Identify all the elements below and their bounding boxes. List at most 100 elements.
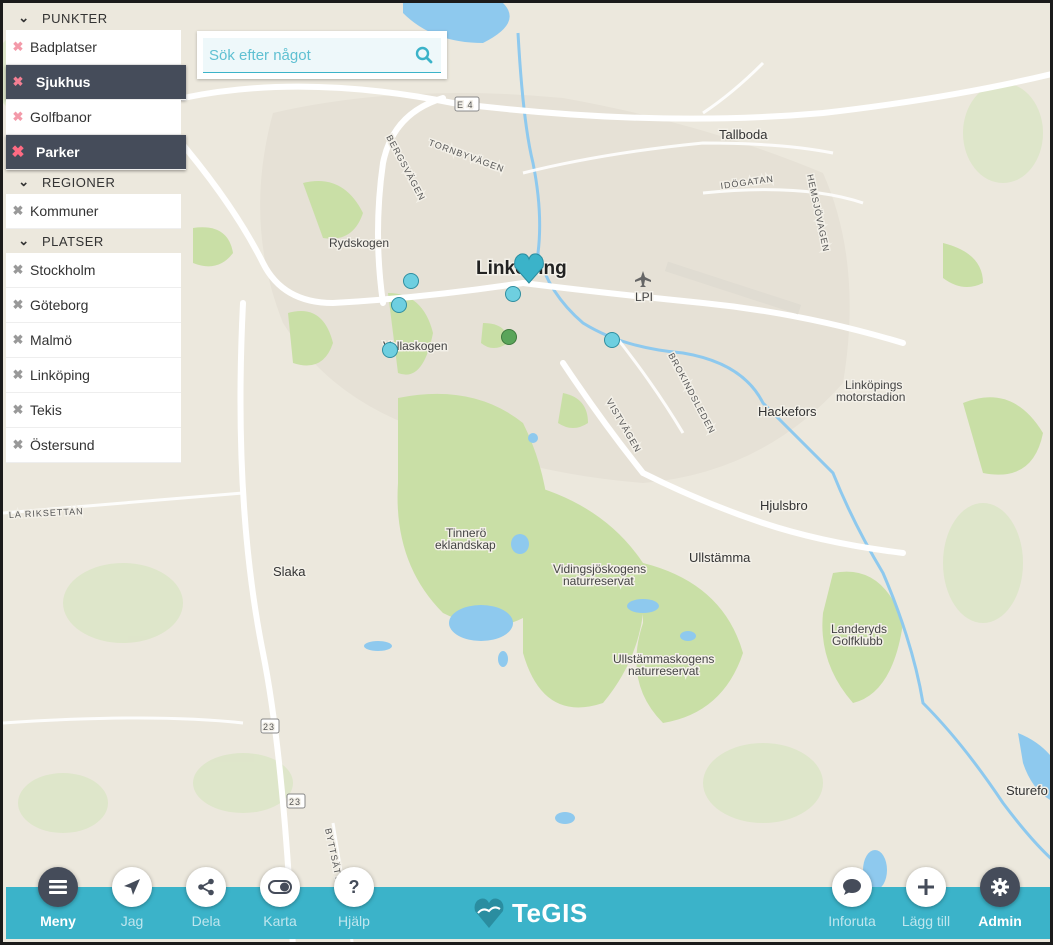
gear-icon xyxy=(991,878,1009,896)
map-label-tallboda: Tallboda xyxy=(719,127,768,142)
map-label-sturefors: Sturefo xyxy=(1006,783,1048,798)
inforuta-circle[interactable] xyxy=(832,867,872,907)
toggle-icon xyxy=(268,880,292,894)
hospital-marker[interactable] xyxy=(382,342,398,358)
admin-button[interactable]: Admin xyxy=(963,867,1037,929)
map-label-motorstadion-2: motorstadion xyxy=(836,390,905,404)
layer-item-golfbanor[interactable]: ✖ Golfbanor xyxy=(6,100,181,135)
map-label-e4: E 4 xyxy=(457,100,474,110)
share-icon xyxy=(198,878,214,896)
layer-label: Badplatser xyxy=(30,39,97,55)
layer-panel: ⌄ PUNKTER ✖ Badplatser ✖ Sjukhus ✖ Golfb… xyxy=(6,6,186,463)
inforuta-button[interactable]: Inforuta xyxy=(815,867,889,929)
add-label: Lägg till xyxy=(901,913,951,929)
close-icon[interactable]: ✖ xyxy=(6,74,30,90)
layer-label: Golfbanor xyxy=(30,109,92,125)
section-header-punkter[interactable]: ⌄ PUNKTER xyxy=(6,6,186,30)
admin-circle[interactable] xyxy=(980,867,1020,907)
layer-item-goteborg[interactable]: ✖ Göteborg xyxy=(6,288,181,323)
hospital-marker[interactable] xyxy=(391,297,407,313)
layer-item-parker[interactable]: ✖ Parker xyxy=(6,135,186,170)
close-icon[interactable]: ✖ xyxy=(6,367,30,383)
map-label-lpi: LPI xyxy=(635,290,653,304)
section-header-platser[interactable]: ⌄ PLATSER xyxy=(6,229,186,253)
map-label-road-23-a: 23 xyxy=(263,722,275,732)
plus-icon xyxy=(918,879,934,895)
layer-item-sjukhus[interactable]: ✖ Sjukhus xyxy=(6,65,186,100)
locate-me-button[interactable]: Jag xyxy=(95,867,169,929)
menu-icon xyxy=(49,880,67,894)
layer-item-kommuner[interactable]: ✖ Kommuner xyxy=(6,194,181,229)
locate-circle[interactable] xyxy=(112,867,152,907)
layer-label: Parker xyxy=(36,144,80,160)
chat-icon xyxy=(843,879,861,895)
layer-label: Stockholm xyxy=(30,262,96,278)
layer-label: Tekis xyxy=(30,402,62,418)
layer-label: Göteborg xyxy=(30,297,89,313)
layer-label: Östersund xyxy=(30,437,95,453)
close-icon[interactable]: ✖ xyxy=(6,332,30,348)
chevron-down-icon: ⌄ xyxy=(18,10,30,25)
close-icon[interactable]: ✖ xyxy=(6,203,30,219)
tegis-logo-icon xyxy=(474,898,504,928)
map-label-ullstammaskog-2: naturreservat xyxy=(628,664,699,678)
layer-item-ostersund[interactable]: ✖ Östersund xyxy=(6,428,181,463)
layer-item-stockholm[interactable]: ✖ Stockholm xyxy=(6,253,181,288)
map-toggle-button[interactable]: Karta xyxy=(243,867,317,929)
close-icon[interactable]: ✖ xyxy=(6,39,30,55)
bottom-toolbar: Meny Jag Dela Karta ? Hjälp TeGIS Inforu… xyxy=(6,867,1050,939)
section-title: PUNKTER xyxy=(42,10,108,26)
park-marker[interactable] xyxy=(501,329,517,345)
menu-button[interactable]: Meny xyxy=(21,867,95,929)
map-label-slaka: Slaka xyxy=(273,564,306,579)
map-toggle-circle[interactable] xyxy=(260,867,300,907)
chevron-down-icon: ⌄ xyxy=(18,233,30,248)
layer-item-tekis[interactable]: ✖ Tekis xyxy=(6,393,181,428)
help-icon: ? xyxy=(348,876,360,897)
search-input[interactable] xyxy=(203,45,411,65)
layer-label: Sjukhus xyxy=(36,74,91,90)
locate-label: Jag xyxy=(120,913,144,929)
help-label: Hjälp xyxy=(338,913,370,929)
hospital-marker[interactable] xyxy=(505,286,521,302)
help-button[interactable]: ? Hjälp xyxy=(317,867,391,929)
layer-item-linkoping[interactable]: ✖ Linköping xyxy=(6,358,181,393)
close-icon[interactable]: ✖ xyxy=(6,262,30,278)
menu-label: Meny xyxy=(40,913,76,929)
close-icon[interactable]: ✖ xyxy=(6,402,30,418)
share-circle[interactable] xyxy=(186,867,226,907)
close-icon[interactable]: ✖ xyxy=(6,297,30,313)
map-label-rydskogen: Rydskogen xyxy=(329,236,389,250)
hospital-marker[interactable] xyxy=(403,273,419,289)
map-label-hjulsbro: Hjulsbro xyxy=(760,498,808,513)
layer-label: Linköping xyxy=(30,367,90,383)
close-icon[interactable]: ✖ xyxy=(6,142,30,162)
layer-label: Malmö xyxy=(30,332,73,348)
map-label-hackefors: Hackefors xyxy=(758,404,817,419)
map-label-ullstamma: Ullstämma xyxy=(689,550,751,565)
search-field[interactable] xyxy=(203,38,441,73)
map-label-landeryd-2: Golfklubb xyxy=(832,634,883,648)
share-button[interactable]: Dela xyxy=(169,867,243,929)
add-button[interactable]: Lägg till xyxy=(889,867,963,929)
brand-name: TeGIS xyxy=(512,897,588,928)
close-icon[interactable]: ✖ xyxy=(6,437,30,453)
inforuta-label: Inforuta xyxy=(828,913,876,929)
admin-label: Admin xyxy=(978,913,1022,929)
share-label: Dela xyxy=(191,913,221,929)
chevron-down-icon: ⌄ xyxy=(18,174,30,189)
search-icon[interactable] xyxy=(415,46,433,64)
section-title: PLATSER xyxy=(42,233,104,249)
hospital-marker[interactable] xyxy=(604,332,620,348)
map-label-vidingsjo-2: naturreservat xyxy=(563,574,634,588)
layer-item-malmo[interactable]: ✖ Malmö xyxy=(6,323,181,358)
close-icon[interactable]: ✖ xyxy=(6,109,30,125)
section-title: REGIONER xyxy=(42,174,116,190)
layer-label: Kommuner xyxy=(30,203,99,219)
help-circle[interactable]: ? xyxy=(334,867,374,907)
section-header-regioner[interactable]: ⌄ REGIONER xyxy=(6,170,186,194)
add-circle[interactable] xyxy=(906,867,946,907)
layer-item-badplatser[interactable]: ✖ Badplatser xyxy=(6,30,181,65)
menu-circle[interactable] xyxy=(38,867,78,907)
search-box xyxy=(197,31,447,79)
